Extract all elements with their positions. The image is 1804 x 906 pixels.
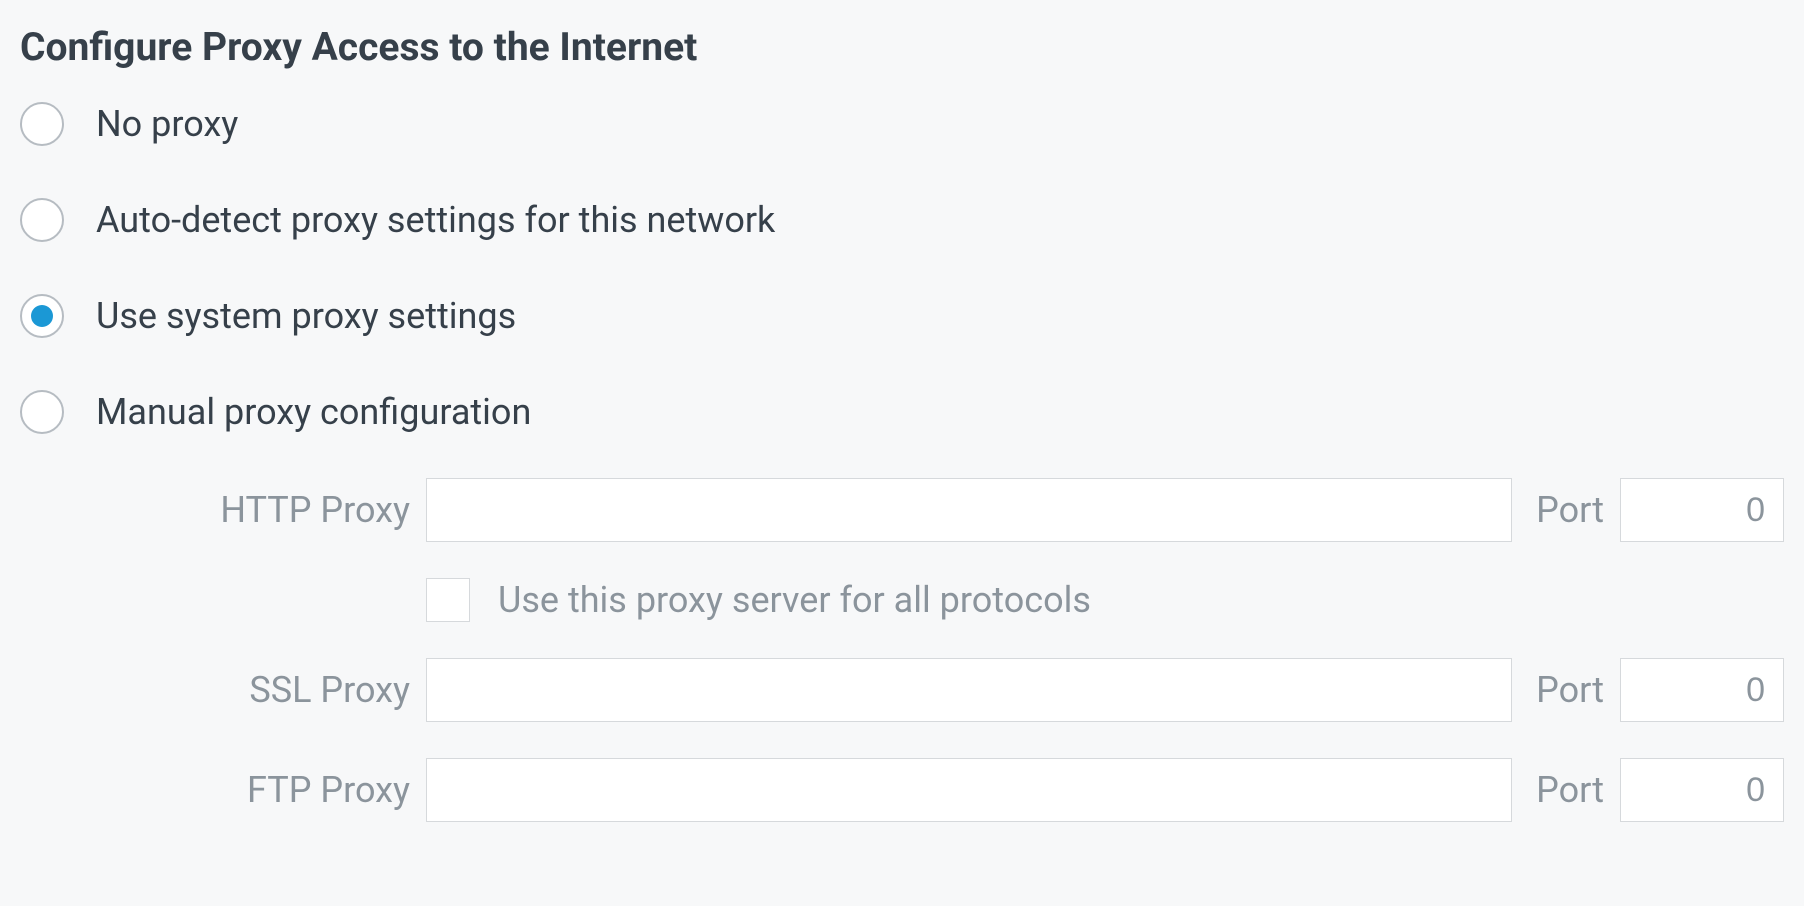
- checkbox-icon[interactable]: [426, 578, 470, 622]
- ssl-proxy-row: SSL Proxy Port: [120, 658, 1784, 722]
- radio-label-auto-detect: Auto-detect proxy settings for this netw…: [96, 199, 775, 241]
- ssl-proxy-input[interactable]: [426, 658, 1512, 722]
- radio-auto-detect[interactable]: Auto-detect proxy settings for this netw…: [20, 198, 1784, 242]
- ftp-proxy-row: FTP Proxy Port: [120, 758, 1784, 822]
- ssl-port-label: Port: [1536, 669, 1604, 711]
- ftp-proxy-input[interactable]: [426, 758, 1512, 822]
- proxy-mode-radio-group: No proxy Auto-detect proxy settings for …: [20, 102, 1784, 434]
- http-proxy-row: HTTP Proxy Port: [120, 478, 1784, 542]
- radio-label-manual: Manual proxy configuration: [96, 391, 531, 433]
- ftp-port-input[interactable]: [1620, 758, 1784, 822]
- radio-manual[interactable]: Manual proxy configuration: [20, 390, 1784, 434]
- http-port-label: Port: [1536, 489, 1604, 531]
- use-all-protocols-label: Use this proxy server for all protocols: [498, 579, 1091, 621]
- ftp-proxy-label: FTP Proxy: [120, 769, 410, 811]
- http-proxy-input[interactable]: [426, 478, 1512, 542]
- ssl-port-input[interactable]: [1620, 658, 1784, 722]
- radio-icon: [20, 390, 64, 434]
- radio-icon-selected: [20, 294, 64, 338]
- manual-proxy-fields: HTTP Proxy Port Use this proxy server fo…: [120, 478, 1784, 822]
- radio-system-proxy[interactable]: Use system proxy settings: [20, 294, 1784, 338]
- radio-label-no-proxy: No proxy: [96, 103, 238, 145]
- radio-no-proxy[interactable]: No proxy: [20, 102, 1784, 146]
- ftp-port-label: Port: [1536, 769, 1604, 811]
- radio-icon: [20, 198, 64, 242]
- radio-dot-icon: [31, 305, 53, 327]
- page-title: Configure Proxy Access to the Internet: [20, 24, 1784, 70]
- http-port-input[interactable]: [1620, 478, 1784, 542]
- http-proxy-label: HTTP Proxy: [120, 489, 410, 531]
- radio-label-system-proxy: Use system proxy settings: [96, 295, 516, 337]
- use-all-protocols-row[interactable]: Use this proxy server for all protocols: [426, 578, 1784, 622]
- ssl-proxy-label: SSL Proxy: [120, 669, 410, 711]
- radio-icon: [20, 102, 64, 146]
